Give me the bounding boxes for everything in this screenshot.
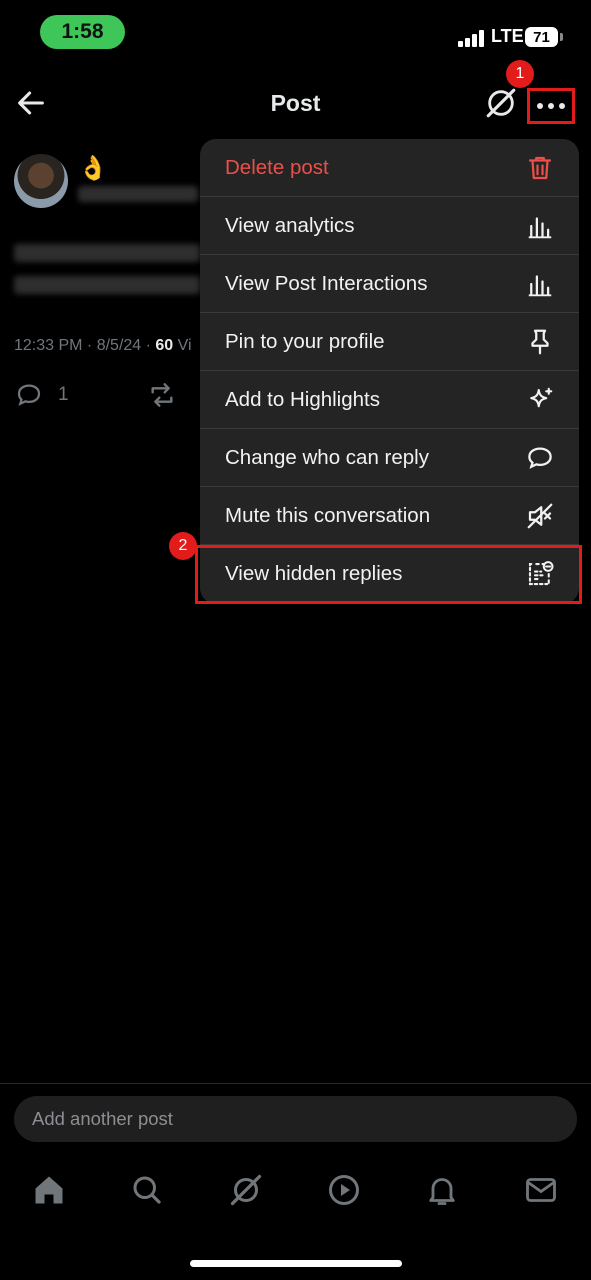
menu-item-label: Pin to your profile [225,329,385,353]
blurred-username [78,186,198,202]
menu-item-mute-conversation[interactable]: Mute this conversation [200,487,579,545]
grok-icon[interactable] [484,86,518,120]
video-icon[interactable] [326,1172,362,1208]
menu-item-label: Mute this conversation [225,503,431,527]
post-timestamp: 12:33 PM · 8/5/24 · [14,337,156,354]
menu-item-label: Add to Highlights [225,387,380,411]
emoji-icon: 👌 [78,155,108,182]
pin-icon [531,329,549,355]
bell-icon[interactable] [424,1172,460,1208]
trash-icon [528,156,552,180]
menu-item-view-analytics[interactable]: View analytics [200,197,579,255]
views-label: Vi [173,337,192,354]
menu-item-label: View Post Interactions [225,271,428,295]
mail-icon[interactable] [523,1172,559,1208]
views-count: 60 [155,337,174,354]
menu-item-pin-to-profile[interactable]: Pin to your profile [200,313,579,371]
menu-item-view-post-interactions[interactable]: View Post Interactions [200,255,579,313]
reply-count: 1 [58,384,69,405]
mute-icon [527,503,553,529]
reply-icon [17,384,41,406]
signal-icon [458,29,486,47]
status-bar: 1:58 LTE 71 [0,0,591,70]
bottom-tab-bar [0,1160,591,1230]
battery-icon: 71 [525,27,558,47]
post-options-menu: Delete post View analytics View Post Int… [200,139,579,604]
menu-item-delete-post[interactable]: Delete post [200,139,579,197]
menu-item-add-to-highlights[interactable]: Add to Highlights [200,371,579,429]
search-icon[interactable] [129,1172,165,1208]
menu-item-label: Delete post [225,155,329,179]
sparkle-icon [530,387,553,408]
menu-item-change-who-can-reply[interactable]: Change who can reply [200,429,579,487]
battery-cap [560,33,563,41]
grok-icon[interactable] [228,1172,264,1208]
analytics-icon [528,275,552,297]
blurred-text-line [14,276,200,294]
annotation-highlight-box [195,545,582,604]
more-options-button[interactable] [527,88,575,124]
menu-item-label: View analytics [225,213,355,237]
reply-action[interactable]: 1 [14,380,69,410]
avatar[interactable] [14,154,68,208]
annotation-badge-1: 1 [506,60,534,88]
divider [0,1083,591,1084]
menu-item-label: Change who can reply [225,445,429,469]
add-post-input[interactable]: Add another post [14,1096,577,1142]
top-nav: Post [0,70,591,138]
status-time: 1:58 [40,15,125,49]
speech-bubble-icon [528,447,552,469]
annotation-badge-2: 2 [169,532,197,560]
analytics-icon [528,217,552,239]
post-meta: 12:33 PM · 8/5/24 · 60 Vi [14,337,192,355]
home-indicator [190,1260,402,1267]
blurred-text-line [14,244,200,262]
network-label: LTE [491,26,524,46]
home-icon[interactable] [31,1172,67,1208]
repost-icon[interactable] [145,379,179,411]
